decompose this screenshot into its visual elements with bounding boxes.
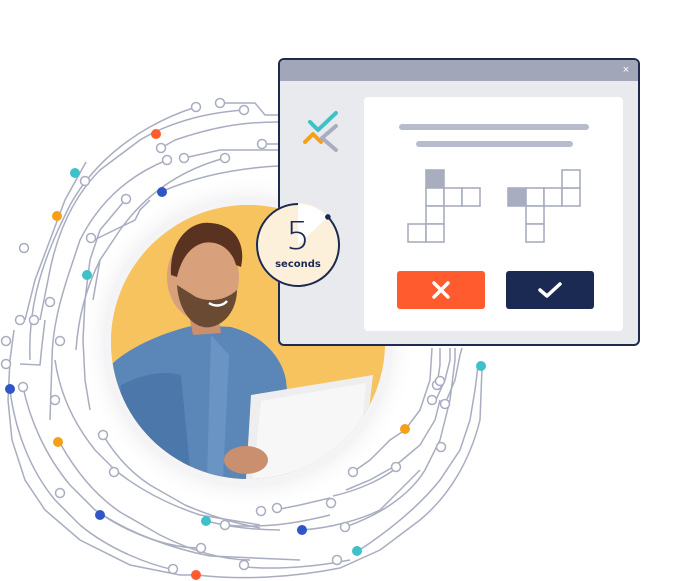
close-x-icon	[432, 281, 450, 299]
puzzle-cell	[425, 205, 445, 225]
countdown-timer: 5 seconds	[255, 202, 341, 288]
puzzle-cell-highlighted	[507, 187, 527, 207]
puzzle-cell	[407, 223, 427, 243]
text-placeholder-line	[399, 124, 589, 130]
puzzle-shape-right[interactable]	[507, 169, 587, 245]
puzzle-cell	[561, 187, 581, 207]
puzzle-shape-left[interactable]	[405, 169, 485, 245]
puzzle-cell	[525, 205, 545, 225]
puzzle-cell	[461, 187, 481, 207]
reject-button[interactable]	[397, 271, 485, 309]
puzzle-cell-highlighted	[425, 169, 445, 189]
app-logo-icon	[302, 110, 344, 152]
window-titlebar: ×	[280, 60, 638, 81]
close-icon[interactable]: ×	[620, 63, 632, 77]
accept-button[interactable]	[506, 271, 594, 309]
timer-value: 5	[285, 214, 311, 258]
text-placeholder-line	[416, 141, 573, 147]
puzzle-cell	[443, 187, 463, 207]
timer-unit-label: seconds	[275, 259, 321, 270]
puzzle-cell	[561, 169, 581, 189]
puzzle-cell	[525, 187, 545, 207]
puzzle-cell	[425, 223, 445, 243]
checkmark-icon	[538, 282, 562, 298]
puzzle-cell	[543, 187, 563, 207]
puzzle-cell	[425, 187, 445, 207]
challenge-panel	[364, 97, 623, 331]
puzzle-cell	[525, 223, 545, 243]
